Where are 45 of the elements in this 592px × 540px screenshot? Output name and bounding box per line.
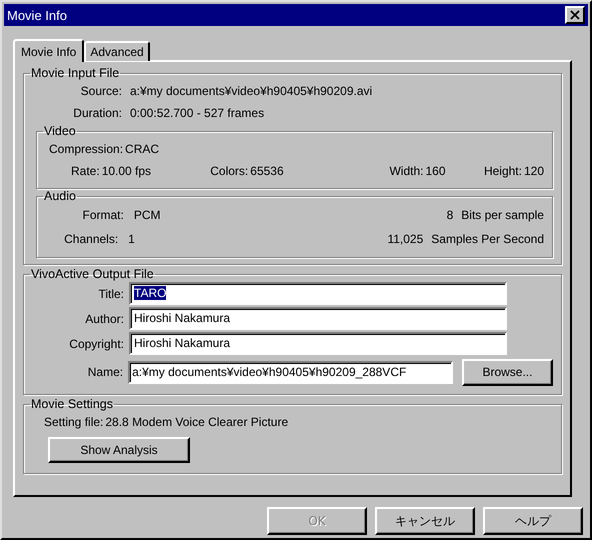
field-label: Rate: <box>71 164 100 178</box>
field-label: Channels: <box>63 232 118 246</box>
window-title: Movie Info <box>7 8 67 22</box>
field-label: Height: <box>484 164 522 178</box>
field-label: Copyright: <box>68 336 124 350</box>
field-value: 65536 <box>250 164 284 178</box>
field-label: Name: <box>86 365 124 379</box>
dialog-button[interactable]: キャンセル <box>375 507 475 535</box>
dialog-button[interactable]: ヘルプ <box>483 507 583 535</box>
field-label: Duration: <box>72 106 122 120</box>
text-field[interactable]: a:¥my documents¥video¥h90405¥h90209_288VCF <box>128 360 453 384</box>
field-label: Title: <box>97 286 124 300</box>
field-label: Bits per sample <box>461 208 544 222</box>
field-value: 160 <box>425 164 446 178</box>
field-label: Author: <box>84 312 124 326</box>
text-field[interactable]: TARO <box>129 282 507 305</box>
field-value: PCM <box>134 208 162 222</box>
text-field[interactable]: Hiroshi Nakamura <box>129 307 507 330</box>
field-label: Samples Per Second <box>431 232 544 246</box>
field-label: Setting file: <box>44 415 104 429</box>
group-title: Video <box>43 124 77 138</box>
field-value: CRAC <box>125 142 160 156</box>
field-value: a:¥my documents¥video¥h90405¥h90209.avi <box>130 84 372 98</box>
close-button[interactable]: × <box>565 6 585 24</box>
group-title: Movie Settings <box>30 397 114 411</box>
field-label: Colors: <box>210 164 248 178</box>
field-value: 11,025 <box>386 232 424 246</box>
group-title: VivoActive Output File <box>30 267 155 281</box>
text-field[interactable]: Hiroshi Nakamura <box>129 332 507 355</box>
show-analysis-button[interactable]: Show Analysis <box>48 437 190 463</box>
field-value: 10.00 fps <box>102 164 152 178</box>
tab[interactable]: Advanced <box>84 41 150 61</box>
field-value: 1 <box>128 232 136 246</box>
field-label: Source: <box>80 84 122 98</box>
field-label: Compression: <box>49 142 124 156</box>
browse-button[interactable]: Browse... <box>462 358 553 386</box>
field-value: 120 <box>524 164 544 178</box>
group-title: Audio <box>43 189 77 203</box>
tab[interactable]: Movie Info <box>13 39 84 62</box>
field-value: 28.8 Modem Voice Clearer Picture <box>105 415 288 429</box>
field-label: Format: <box>82 208 124 222</box>
field-label: Width: <box>389 164 424 178</box>
field-value: 8 <box>446 208 454 222</box>
field-value: 0:00:52.700 - 527 frames <box>130 106 264 120</box>
group-title: Movie Input File <box>30 66 120 80</box>
